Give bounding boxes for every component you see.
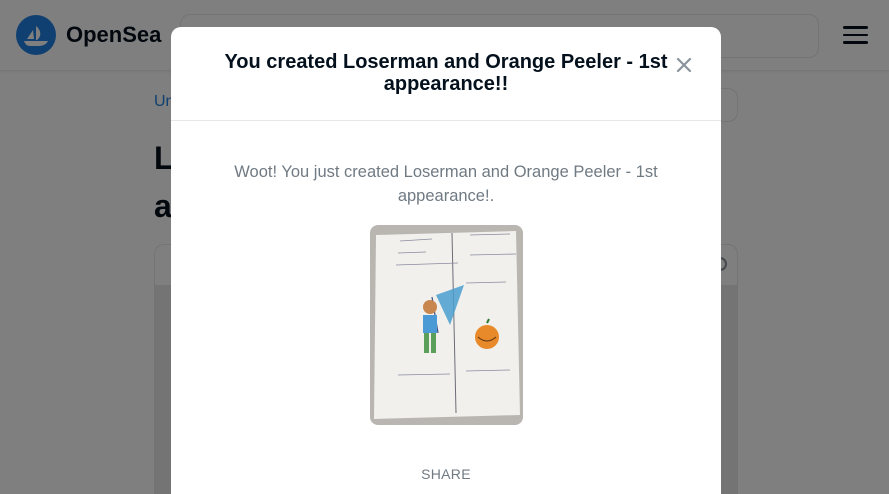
modal-header: You created Loserman and Orange Peeler -… [171, 27, 721, 121]
close-icon[interactable] [671, 52, 697, 78]
created-item-image [370, 225, 523, 425]
success-message: Woot! You just created Loserman and Oran… [234, 163, 658, 205]
creation-success-modal: You created Loserman and Orange Peeler -… [171, 27, 721, 494]
share-button[interactable]: SHARE [171, 465, 721, 483]
modal-title: You created Loserman and Orange Peeler -… [224, 51, 668, 95]
